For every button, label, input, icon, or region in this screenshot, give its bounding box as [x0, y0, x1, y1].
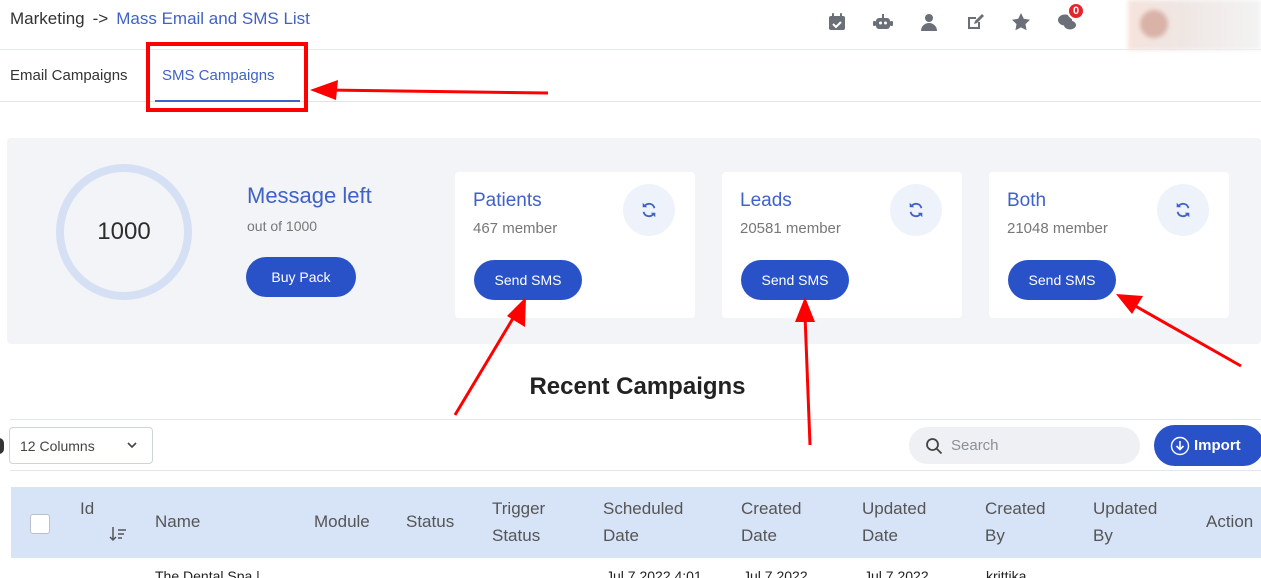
column-header-id[interactable]: Id — [80, 495, 94, 522]
send-sms-button-leads[interactable]: Send SMS — [741, 260, 849, 300]
message-left-subtitle: out of 1000 — [247, 218, 318, 234]
search-input[interactable]: Search — [909, 427, 1140, 464]
divider — [10, 419, 1261, 420]
columns-select[interactable]: 12 Columns — [9, 427, 153, 464]
robot-icon[interactable] — [871, 10, 895, 34]
calendar-check-icon[interactable] — [825, 10, 849, 34]
columns-select-value: 12 Columns — [20, 437, 95, 454]
search-placeholder: Search — [951, 437, 999, 454]
refresh-icon[interactable] — [890, 184, 942, 236]
row-updated-cell: Jul 7 2022 — [864, 568, 929, 578]
notification-badge: 0 — [1067, 2, 1085, 20]
chevron-down-icon — [127, 442, 137, 449]
recent-campaigns-title: Recent Campaigns — [529, 373, 746, 400]
annotation-highlight-box — [146, 42, 308, 112]
column-header-status[interactable]: Status — [406, 508, 454, 535]
audience-members: 467 member — [473, 220, 558, 237]
audience-title: Leads — [740, 190, 792, 211]
edit-icon[interactable] — [963, 10, 987, 34]
message-count-ring: 1000 — [56, 164, 192, 300]
send-sms-button-patients[interactable]: Send SMS — [474, 260, 582, 300]
audience-members: 21048 member — [1007, 220, 1108, 237]
user-md-icon[interactable] — [917, 10, 941, 34]
refresh-icon[interactable] — [1157, 184, 1209, 236]
sort-descending-icon[interactable] — [108, 524, 128, 544]
tab-email-campaigns[interactable]: Email Campaigns — [10, 67, 128, 84]
column-header-trigger-status[interactable]: Trigger Status — [492, 495, 562, 549]
chat-icon[interactable]: 0 — [1055, 2, 1085, 34]
row-name-cell: The Dental Spa | — [155, 568, 260, 578]
send-sms-button-both[interactable]: Send SMS — [1008, 260, 1116, 300]
audience-card-both: Both 21048 member Send SMS — [989, 172, 1229, 318]
import-label: Import — [1194, 437, 1241, 454]
column-header-updated-date[interactable]: Updated Date — [862, 495, 942, 549]
audience-title: Both — [1007, 190, 1047, 211]
column-header-created-by[interactable]: Created By — [985, 495, 1060, 549]
message-left-title: Message left — [247, 183, 372, 208]
breadcrumb-separator: -> — [92, 9, 109, 28]
search-icon — [926, 437, 943, 454]
audience-card-leads: Leads 20581 member Send SMS — [722, 172, 962, 318]
row-created-cell: Jul 7 2022 — [743, 568, 808, 578]
header-icons: 0 — [825, 2, 1085, 34]
breadcrumb: Marketing -> Mass Email and SMS List — [10, 9, 310, 29]
select-all-checkbox[interactable] — [30, 514, 50, 534]
column-header-created-date[interactable]: Created Date — [741, 495, 816, 549]
buy-pack-button[interactable]: Buy Pack — [246, 257, 356, 297]
audience-members: 20581 member — [740, 220, 841, 237]
refresh-icon[interactable] — [623, 184, 675, 236]
column-header-action[interactable]: Action — [1206, 508, 1253, 535]
column-header-updated-by[interactable]: Updated By — [1093, 495, 1168, 549]
row-scheduled-cell: Jul 7 2022 4:01 — [606, 568, 702, 578]
user-profile[interactable] — [1128, 0, 1261, 50]
column-header-module[interactable]: Module — [314, 508, 370, 535]
audience-title: Patients — [473, 190, 542, 211]
column-header-scheduled-date[interactable]: Scheduled Date — [603, 495, 703, 549]
breadcrumb-root[interactable]: Marketing — [10, 9, 85, 28]
column-header-name[interactable]: Name — [155, 508, 200, 535]
scroll-handle[interactable] — [0, 438, 4, 454]
breadcrumb-current[interactable]: Mass Email and SMS List — [116, 9, 310, 28]
star-icon[interactable] — [1009, 10, 1033, 34]
table-header: Id Name Module Status Trigger Status Sch… — [11, 487, 1261, 558]
import-button[interactable]: Import — [1154, 425, 1261, 466]
audience-card-patients: Patients 467 member Send SMS — [455, 172, 695, 318]
divider — [10, 470, 1261, 471]
row-created-by-cell: krittika — [986, 568, 1027, 578]
message-count: 1000 — [97, 218, 151, 245]
avatar — [1140, 10, 1168, 38]
download-icon — [1170, 436, 1190, 455]
